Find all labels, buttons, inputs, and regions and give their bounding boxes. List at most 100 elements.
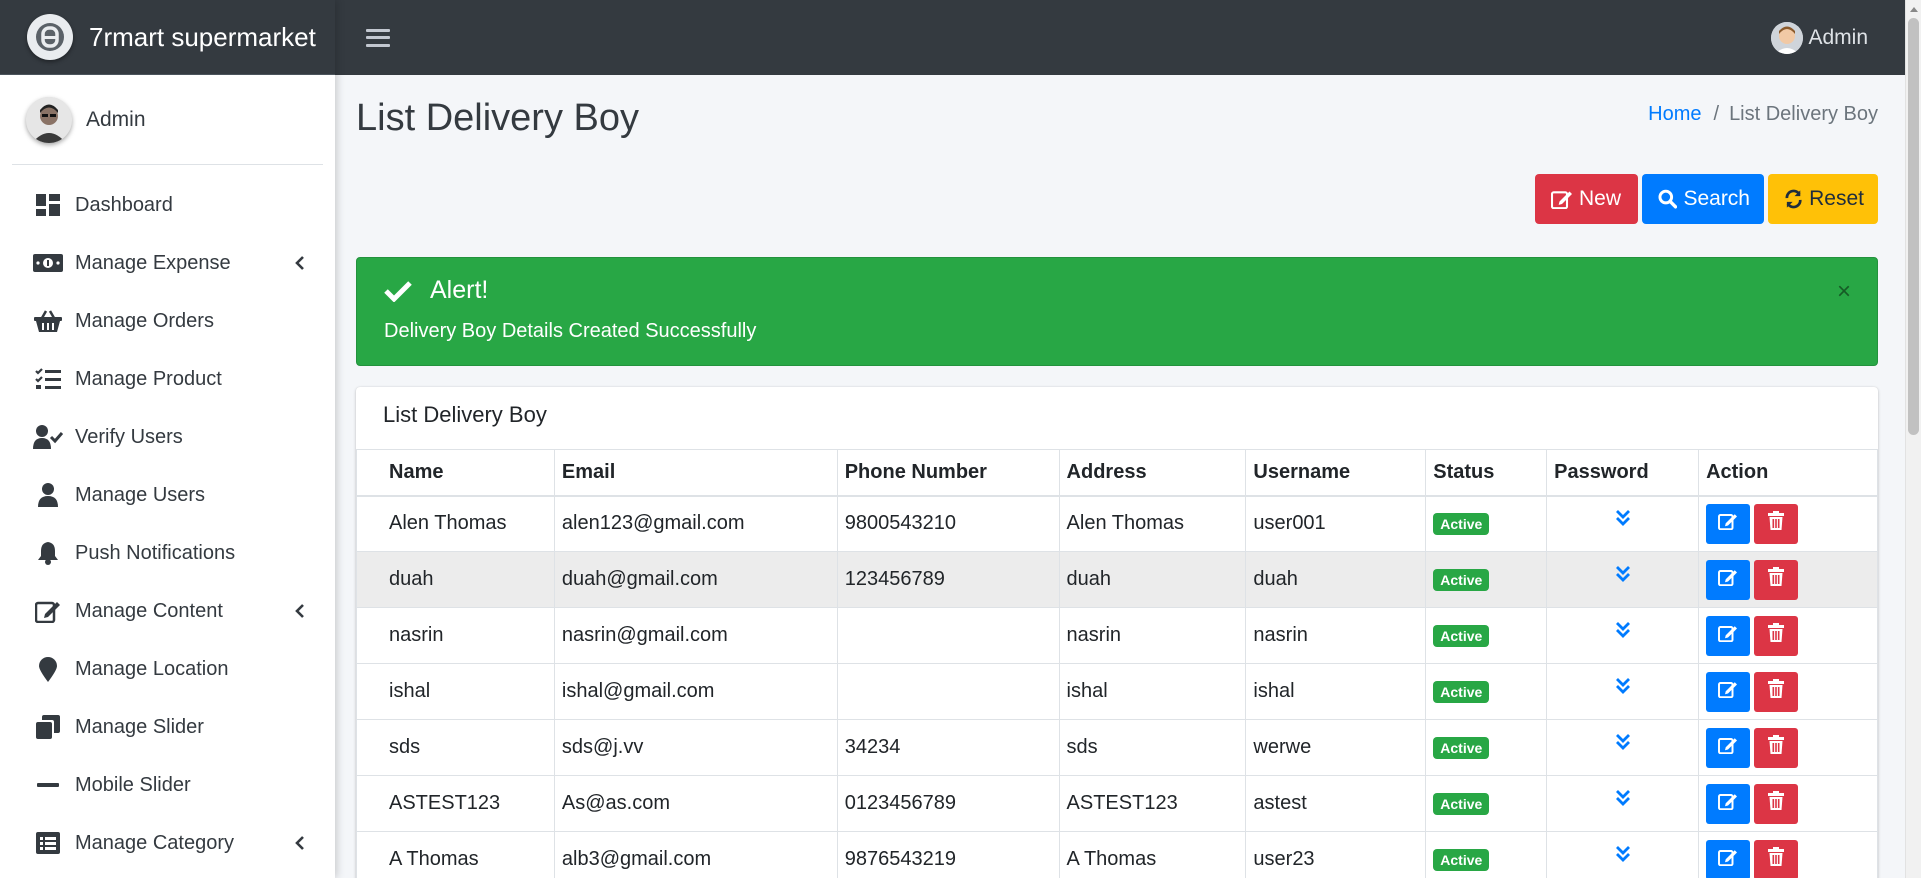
table-body: Alen Thomas alen123@gmail.com 9800543210 Al… [356,495,1878,878]
angle-double-down-icon[interactable] [1615,677,1630,700]
sidebar-item-dashboard[interactable]: Dashboard [0,176,335,234]
reset-button[interactable]: Reset [1768,174,1878,224]
page-scrollbar[interactable] [1905,0,1921,878]
scrollbar-thumb[interactable] [1908,18,1919,435]
cell-name: nasrin [356,607,555,664]
tasks-icon [33,364,63,394]
cell-status: Active [1425,831,1548,878]
hamburger-menu-icon[interactable] [366,27,390,49]
edit-button[interactable] [1706,839,1751,878]
cell-phone [836,663,1060,720]
table-row: sds sds@j.vv 34234 sds werwe Active [356,719,1878,776]
cell-phone: 34234 [836,719,1060,776]
user-panel[interactable]: Admin [12,75,323,165]
sidebar-item-label: Push Notifications [75,541,236,564]
sidebar-item-manage-location[interactable]: Manage Location [0,640,335,698]
user-check-icon [33,422,63,452]
breadcrumb-separator: / [1713,103,1720,125]
cell-email: sds@j.vv [553,719,838,776]
cell-phone [836,607,1060,664]
angle-double-down-icon[interactable] [1615,845,1630,868]
delete-button[interactable] [1754,783,1799,824]
delete-button[interactable] [1754,503,1799,544]
map-marker-icon [33,654,63,684]
edit-button[interactable] [1706,559,1751,600]
edit-button[interactable] [1706,615,1751,656]
cell-password [1546,551,1700,608]
table-row: A Thomas alb3@gmail.com 9876543219 A Thomas… [356,831,1878,878]
sidebar-item-label: Manage Orders [75,309,214,332]
edit-button[interactable] [1706,671,1751,712]
cell-phone: 9800543210 [836,495,1060,552]
delete-button[interactable] [1754,559,1799,600]
edit-button[interactable] [1706,783,1751,824]
trash-icon [1768,567,1785,592]
trash-icon [1768,791,1785,816]
cell-address: nasrin [1058,607,1247,664]
sidebar-item-manage-orders[interactable]: Manage Orders [0,292,335,350]
angle-double-down-icon[interactable] [1615,733,1630,756]
column-header-name: Name [356,449,555,497]
angle-double-down-icon[interactable] [1615,565,1630,588]
cell-action [1698,663,1878,720]
cell-username: user001 [1245,495,1427,552]
check-icon [384,281,412,302]
alert-close-button[interactable]: × [1837,280,1851,304]
delete-button[interactable] [1754,615,1799,656]
cell-action [1698,495,1878,552]
sidebar-item-label: Mobile Slider [75,773,191,796]
edit-button[interactable] [1706,503,1751,544]
delete-button[interactable] [1754,727,1799,768]
sidebar-item-mobile-slider[interactable]: Mobile Slider [0,756,335,814]
sidebar-item-label: Manage Content [75,599,223,622]
delete-button[interactable] [1754,671,1799,712]
sidebar-item-label: Manage Expense [75,251,231,274]
sidebar-item-manage-slider[interactable]: Manage Slider [0,698,335,756]
sidebar-item-manage-users[interactable]: Manage Users [0,466,335,524]
brand-link[interactable]: 7rmart supermarket [0,0,335,75]
reset-button-label: Reset [1809,187,1864,210]
sidebar-item-push-notifications[interactable]: Push Notifications [0,524,335,582]
delivery-boy-card: List Delivery Boy Name Email Phone Numbe… [356,387,1878,878]
cell-username: nasrin [1245,607,1427,664]
new-button-label: New [1579,187,1622,210]
column-header-phone: Phone Number [836,449,1060,497]
sidebar-item-manage-content[interactable]: Manage Content [0,582,335,640]
cell-email: ishal@gmail.com [553,663,838,720]
cell-action [1698,831,1878,878]
scroll-up-arrow-icon[interactable] [1906,0,1921,18]
sidebar-nav: Dashboard Manage Expense Manage Orders M… [0,165,335,872]
cell-status: Active [1425,495,1548,552]
edit-icon [1718,792,1738,816]
cell-phone: 123456789 [836,551,1060,608]
top-user-menu[interactable]: Admin [1771,22,1868,54]
sidebar-item-manage-category[interactable]: Manage Category [0,814,335,872]
angle-double-down-icon[interactable] [1615,621,1630,644]
column-header-status: Status [1425,449,1548,497]
sidebar-item-manage-product[interactable]: Manage Product [0,350,335,408]
delete-button[interactable] [1754,839,1799,878]
new-button[interactable]: New [1535,174,1638,224]
breadcrumb: Home / List Delivery Boy [1648,103,1878,126]
cell-action [1698,775,1878,832]
breadcrumb-home-link[interactable]: Home [1648,103,1701,126]
search-button[interactable]: Search [1642,174,1764,224]
cell-name: ishal [356,663,555,720]
angle-double-down-icon[interactable] [1615,789,1630,812]
edit-button[interactable] [1706,727,1751,768]
cell-name: Alen Thomas [356,495,555,552]
table-row: ishal ishal@gmail.com ishal ishal Active [356,663,1878,720]
cell-address: Alen Thomas [1058,495,1247,552]
angle-double-down-icon[interactable] [1615,509,1630,532]
sidebar-item-label: Verify Users [75,425,183,448]
status-badge: Active [1433,513,1490,536]
cell-email: As@as.com [553,775,838,832]
sidebar-item-label: Manage Slider [75,715,204,738]
chevron-left-icon [295,836,304,850]
cell-email: nasrin@gmail.com [553,607,838,664]
column-header-action: Action [1698,449,1878,497]
basket-icon [33,306,63,336]
chevron-left-icon [295,604,304,618]
sidebar-item-verify-users[interactable]: Verify Users [0,408,335,466]
sidebar-item-manage-expense[interactable]: Manage Expense [0,234,335,292]
